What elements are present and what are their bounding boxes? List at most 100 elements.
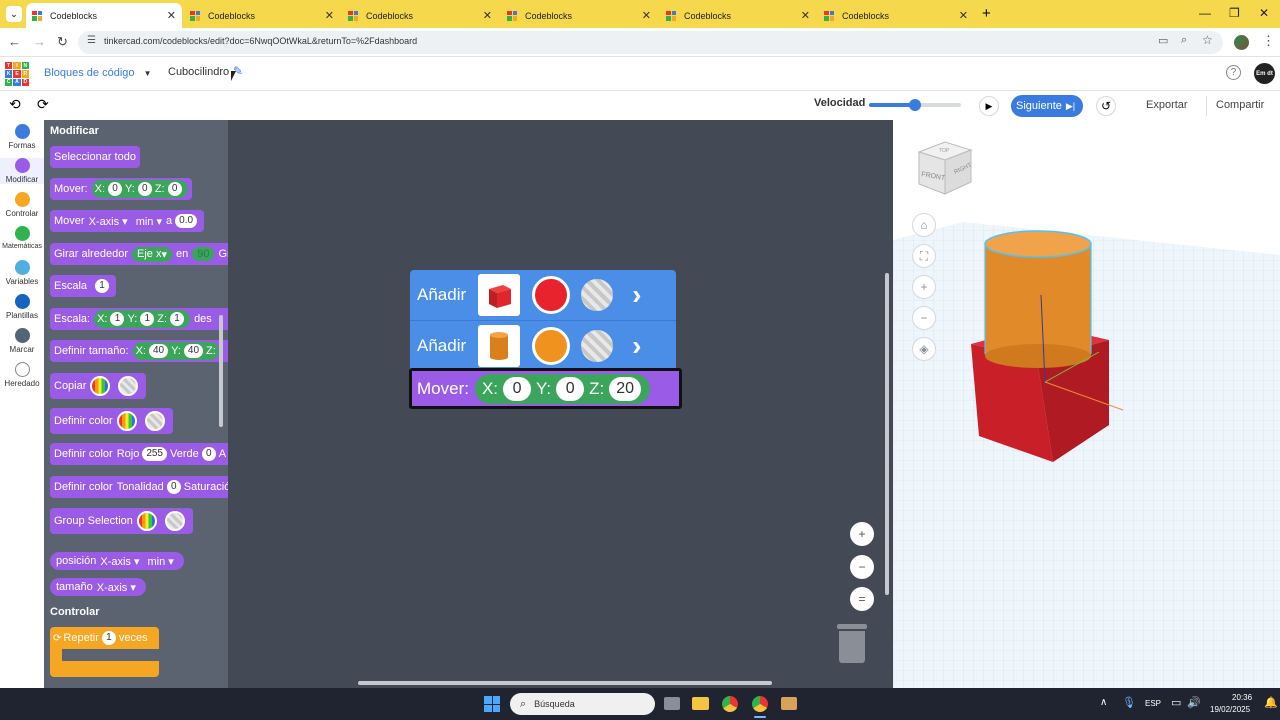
reset-button[interactable]: ↺ [1096, 96, 1116, 116]
tab-close-icon[interactable]: ✕ [167, 9, 176, 22]
chrome-icon[interactable] [722, 696, 738, 712]
copy-block[interactable]: Copiar [50, 373, 147, 399]
browser-tab[interactable]: Codeblocks ✕ [26, 3, 182, 28]
axis-dropdown[interactable]: Eje x ▾ [131, 246, 172, 262]
category-controlar[interactable]: Controlar [0, 192, 44, 218]
app-icon[interactable] [781, 697, 797, 710]
workspace-horizontal-scrollbar[interactable] [358, 681, 772, 685]
mode-dropdown[interactable]: min ▾ [148, 555, 174, 568]
category-marcar[interactable]: Marcar [0, 328, 44, 354]
fit-view-icon[interactable]: ⛶ [912, 244, 936, 268]
chrome-active-icon[interactable] [752, 696, 768, 712]
axis-dropdown[interactable]: X-axis ▾ [100, 555, 139, 568]
category-heredado[interactable]: Heredado [0, 362, 44, 388]
install-app-icon[interactable]: ▭ [1158, 34, 1168, 47]
y-input[interactable]: 0 [137, 182, 152, 196]
chevron-right-icon[interactable]: › [632, 330, 641, 362]
tab-list-chevron-icon[interactable]: ⌄ [6, 6, 22, 22]
cylinder-shape-thumbnail[interactable] [478, 324, 521, 367]
position-reporter-block[interactable]: posición X-axis ▾ min ▾ [50, 552, 184, 570]
category-variables[interactable]: Variables [0, 260, 44, 286]
start-windows-icon[interactable] [484, 696, 500, 712]
3d-viewport[interactable] [893, 120, 1280, 688]
hole-swatch-icon[interactable] [118, 376, 139, 396]
z-input[interactable]: 1 [170, 312, 185, 326]
set-size-block[interactable]: Definir tamaño: X: 40 Y: 40 Z: [50, 340, 228, 362]
tab-close-icon[interactable]: ✕ [483, 9, 492, 22]
orange-color-swatch-icon[interactable] [532, 326, 571, 365]
x-input[interactable]: 0 [503, 376, 532, 401]
task-view-icon[interactable] [664, 697, 680, 710]
speed-slider-thumb[interactable] [909, 99, 921, 111]
x-input[interactable]: 0 [108, 182, 123, 196]
hole-swatch-icon[interactable] [578, 276, 617, 314]
clock-date[interactable]: 19/02/2025 [1210, 705, 1250, 714]
move-block-selected[interactable]: Mover: X: 0 Y: 0 Z: 20 [409, 368, 682, 409]
home-view-icon[interactable]: ⌂ [912, 213, 936, 237]
color-swatch-rainbow-icon[interactable] [116, 411, 137, 431]
zoom-in-view-icon[interactable]: + [912, 275, 936, 299]
browser-tab[interactable]: Codeblocks ✕ [342, 3, 498, 28]
tinkercad-logo[interactable]: TIN KER CAD [5, 62, 29, 86]
y-input[interactable]: 0 [556, 376, 585, 401]
tray-chevron-up-icon[interactable]: ∧ [1100, 697, 1107, 708]
project-name[interactable]: Cubocilindro [168, 66, 229, 78]
box-shape-thumbnail[interactable] [478, 274, 521, 316]
scale-input[interactable]: 1 [95, 279, 110, 293]
file-explorer-icon[interactable] [692, 697, 709, 710]
set-color-rgb-block[interactable]: Definir color Rojo 255 Verde 0 A [50, 443, 228, 465]
y-input[interactable]: 40 [183, 344, 204, 358]
axis-dropdown[interactable]: X-axis ▾ [89, 215, 128, 228]
profile-avatar-icon[interactable] [1234, 35, 1249, 50]
bookmark-star-icon[interactable]: ☆ [1202, 33, 1213, 47]
microphone-icon[interactable]: 🎙 [1122, 696, 1136, 709]
zoom-out-button[interactable]: − [850, 555, 874, 579]
category-modificar[interactable]: Modificar [0, 158, 44, 184]
move-block[interactable]: Mover: X: 0 Y: 0 Z: 0 [50, 178, 192, 200]
hole-swatch-icon[interactable] [578, 326, 617, 365]
export-button[interactable]: Exportar [1146, 99, 1188, 111]
zoom-icon[interactable]: ⌕ [1181, 34, 1187, 47]
help-icon[interactable]: ? [1226, 65, 1241, 80]
mode-dropdown[interactable]: Bloques de código ▼ [44, 67, 152, 79]
category-matematicas[interactable]: Matemáticas [0, 226, 44, 250]
undo-icon[interactable]: ⟲ [9, 96, 21, 113]
axis-dropdown[interactable]: X-axis ▾ [97, 581, 136, 594]
hue-input[interactable]: 0 [166, 480, 181, 494]
value-input[interactable]: 0.0 [175, 214, 198, 228]
set-color-hsv-block[interactable]: Definir color Tonalidad 0 Saturació [50, 476, 228, 498]
notification-icon[interactable]: 🔔 [1264, 696, 1278, 709]
rotate-block[interactable]: Girar alrededor Eje x ▾ en 90 Gra [50, 243, 228, 265]
new-tab-button[interactable]: + [982, 5, 991, 22]
z-input[interactable]: 0 [167, 182, 182, 196]
z-input[interactable]: 20 [609, 376, 642, 401]
color-swatch-rainbow-icon[interactable] [136, 511, 157, 531]
group-selection-block[interactable]: Group Selection [50, 508, 193, 534]
site-info-icon[interactable]: ☰ [87, 35, 96, 46]
x-input[interactable]: 1 [110, 312, 125, 326]
palette-scrollbar[interactable] [219, 315, 223, 427]
hole-swatch-icon[interactable] [164, 511, 185, 531]
user-avatar[interactable]: Em dt [1254, 63, 1275, 84]
trash-icon[interactable] [837, 624, 867, 664]
back-arrow-icon[interactable]: ← [8, 34, 21, 49]
view-cube[interactable]: TOP FRONT RIGHT [915, 140, 975, 196]
browser-tab[interactable]: Codeblocks ✕ [660, 3, 816, 28]
mode-dropdown[interactable]: min ▾ [136, 215, 162, 228]
share-button[interactable]: Compartir [1216, 99, 1264, 111]
move-axis-block[interactable]: Mover X-axis ▾ min ▾ a 0.0 [50, 210, 205, 232]
y-input[interactable]: 1 [140, 312, 155, 326]
x-input[interactable]: 40 [149, 344, 169, 358]
zoom-in-button[interactable]: + [850, 522, 874, 546]
reload-icon[interactable]: ↻ [57, 34, 68, 50]
browser-tab[interactable]: Codeblocks ✕ [184, 3, 340, 28]
scale-block[interactable]: Escala 1 [50, 275, 117, 297]
category-formas[interactable]: Formas [0, 124, 44, 150]
tab-close-icon[interactable]: ✕ [642, 9, 651, 22]
set-color-block[interactable]: Definir color [50, 408, 173, 434]
language-indicator[interactable]: ESP [1145, 699, 1161, 708]
clock-time[interactable]: 20:36 [1232, 693, 1252, 702]
browser-tab[interactable]: Codeblocks ✕ [501, 3, 657, 28]
category-plantillas[interactable]: Plantillas [0, 294, 44, 320]
speed-slider[interactable] [869, 99, 961, 111]
